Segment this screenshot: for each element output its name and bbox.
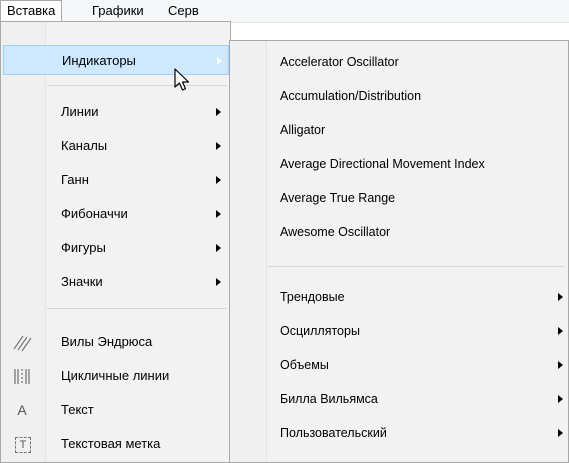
mouse-cursor-icon (174, 68, 190, 91)
menu-item-label: Объемы (280, 358, 329, 372)
submenu-arrow-icon (558, 429, 563, 437)
menu-item-channels[interactable]: Каналы (3, 131, 229, 161)
menu-item-andrews-pitchfork[interactable]: Вилы Эндрюса (3, 327, 229, 357)
menu-item-label: Цикличные линии (61, 368, 170, 383)
menu-item-arrows[interactable]: Значки (3, 267, 229, 297)
menu-item-label: Трендовые (280, 290, 345, 304)
menu-separator (47, 85, 227, 86)
menu-item-text-label[interactable]: T Текстовая метка (3, 429, 229, 459)
menu-item-label: Осцилляторы (280, 324, 360, 338)
menu-item-label: Average Directional Movement Index (280, 157, 485, 171)
submenu-arrow-icon (558, 361, 563, 369)
menu-item-label: Awesome Oscillator (280, 225, 391, 239)
menu-item-shapes[interactable]: Фигуры (3, 233, 229, 263)
submenu-arrow-icon (558, 293, 563, 301)
menu-item-indicators[interactable]: Индикаторы (3, 45, 229, 75)
menu-service[interactable]: Серв (162, 0, 205, 22)
submenu-item-custom[interactable]: Пользовательский (232, 418, 568, 448)
submenu-item-accumulation-distribution[interactable]: Accumulation/Distribution (232, 81, 568, 111)
menu-item-fibonacci[interactable]: Фибоначчи (3, 199, 229, 229)
submenu-item-oscillators[interactable]: Осцилляторы (232, 316, 568, 346)
menu-item-lines[interactable]: Линии (3, 97, 229, 127)
menu-separator (268, 266, 564, 267)
menu-item-label: Текстовая метка (61, 436, 161, 451)
menu-item-label: Фибоначчи (61, 206, 128, 221)
menu-item-cycle-lines[interactable]: Цикличные линии (3, 361, 229, 391)
menu-item-label: Индикаторы (62, 53, 136, 68)
menu-item-label: Пользовательский (280, 426, 387, 440)
submenu-arrow-icon (216, 142, 221, 150)
menu-item-label: Фигуры (61, 240, 106, 255)
submenu-arrow-icon (216, 210, 221, 218)
menu-item-label: Accelerator Oscillator (280, 55, 399, 69)
submenu-arrow-icon (558, 395, 563, 403)
submenu-arrow-icon (216, 176, 221, 184)
submenu-arrow-icon (217, 57, 222, 65)
menu-item-gann[interactable]: Ганн (3, 165, 229, 195)
submenu-item-trend[interactable]: Трендовые (232, 282, 568, 312)
menu-bar: Вставка Графики Серв (0, 0, 569, 23)
text-label-icon: T (15, 437, 31, 453)
menu-item-label: Alligator (280, 123, 326, 137)
submenu-item-volumes[interactable]: Объемы (232, 350, 568, 380)
submenu-item-awesome-oscillator[interactable]: Awesome Oscillator (232, 217, 568, 247)
menu-item-text[interactable]: A Текст (3, 395, 229, 425)
submenu-arrow-icon (216, 278, 221, 286)
menu-charts[interactable]: Графики (86, 0, 150, 22)
menu-item-label: Вилы Эндрюса (61, 334, 153, 349)
submenu-arrow-icon (216, 108, 221, 116)
text-icon: A (17, 402, 27, 418)
submenu-item-atr[interactable]: Average True Range (232, 183, 568, 213)
indicators-submenu: Accelerator Oscillator Accumulation/Dist… (229, 40, 569, 463)
submenu-item-accelerator-oscillator[interactable]: Accelerator Oscillator (232, 47, 568, 77)
cycle-lines-icon (11, 366, 33, 386)
menu-item-label: Average True Range (280, 191, 396, 205)
menu-item-label: Accumulation/Distribution (280, 89, 422, 103)
menu-insert[interactable]: Вставка (0, 0, 63, 22)
insert-menu: Индикаторы Линии Каналы Ганн Фибоначчи Ф… (0, 21, 231, 463)
submenu-arrow-icon (216, 244, 221, 252)
menu-item-label: Билла Вильямса (280, 392, 378, 406)
submenu-item-bill-williams[interactable]: Билла Вильямса (232, 384, 568, 414)
menu-item-label: Линии (61, 104, 99, 119)
submenu-item-alligator[interactable]: Alligator (232, 115, 568, 145)
menu-item-label: Каналы (61, 138, 108, 153)
menu-item-label: Значки (61, 274, 103, 289)
submenu-arrow-icon (558, 327, 563, 335)
menu-item-label: Текст (61, 402, 94, 417)
menu-item-label: Ганн (61, 172, 89, 187)
menu-separator (47, 308, 227, 309)
andrews-pitchfork-icon (11, 332, 33, 352)
submenu-item-admi[interactable]: Average Directional Movement Index (232, 149, 568, 179)
